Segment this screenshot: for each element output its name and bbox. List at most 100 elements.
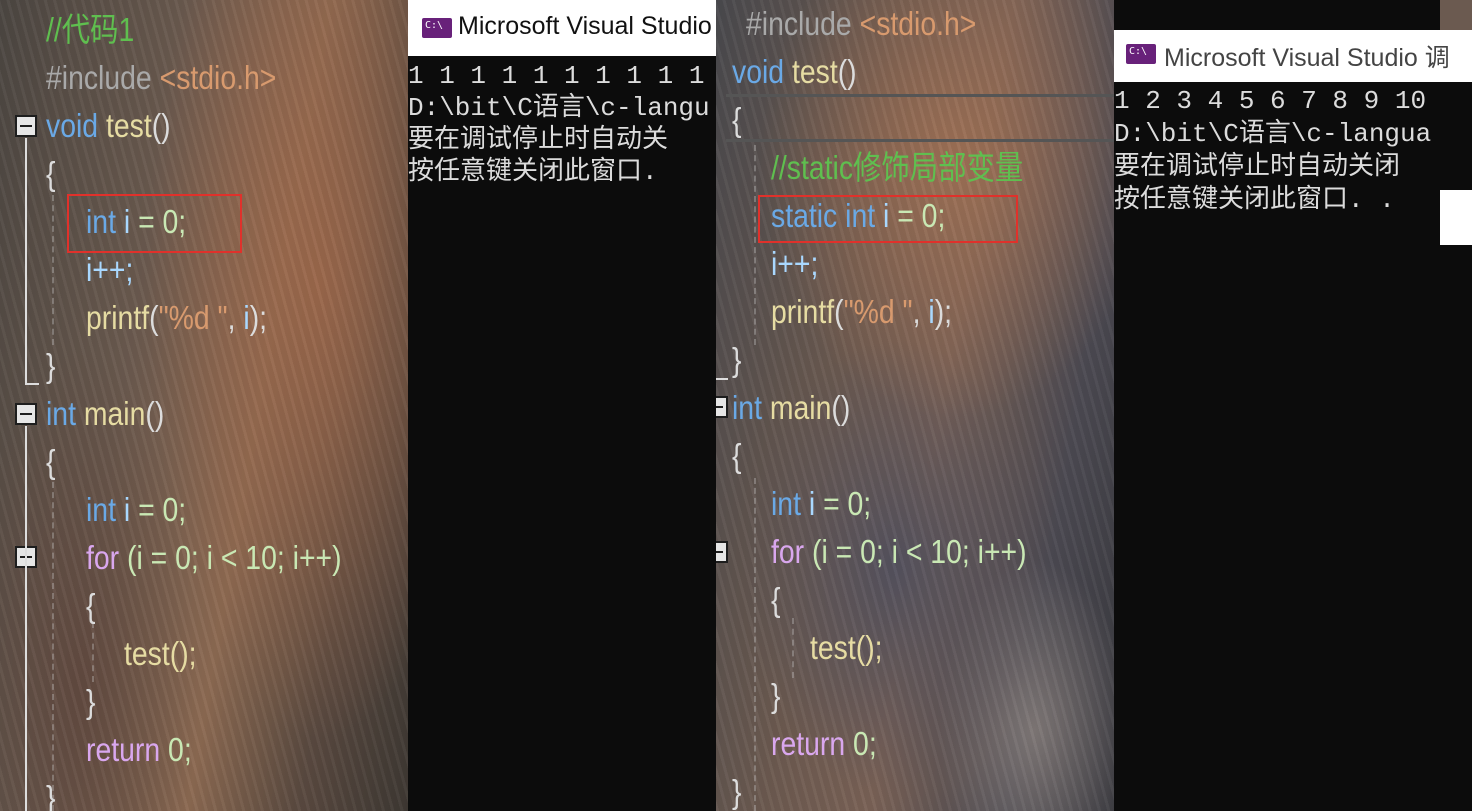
collapse-toggle-icon[interactable] xyxy=(15,115,37,137)
console-message: 要在调试停止时自动关 xyxy=(408,125,669,155)
code-line: #include <stdio.h> xyxy=(46,58,276,98)
code-line: { xyxy=(771,580,780,620)
indent-guide xyxy=(92,622,94,682)
brace: } xyxy=(771,677,781,714)
type-keyword: void xyxy=(732,53,785,90)
punctuation: , xyxy=(912,293,929,330)
function-call: test(); xyxy=(124,635,197,672)
code-line: //代码1 xyxy=(46,10,134,50)
code-line: int main() xyxy=(46,394,164,434)
code-line: void test() xyxy=(732,52,857,92)
code-line: int i = 0; xyxy=(771,484,871,524)
comment-text: //代码1 xyxy=(46,11,135,48)
code-line: { xyxy=(86,586,95,626)
highlight-box xyxy=(67,194,242,253)
punctuation: () xyxy=(145,395,165,432)
code-line: } xyxy=(732,340,741,380)
collapse-toggle-icon[interactable] xyxy=(716,396,728,418)
punctuation: () xyxy=(831,389,851,426)
code-editor-right: #include <stdio.h> void test() { //stati… xyxy=(716,0,1114,811)
indent-guide xyxy=(792,618,794,678)
increment-statement: i++; xyxy=(86,251,134,288)
code-line: for (i = 0; i < 10; i++) xyxy=(86,538,342,578)
brace: } xyxy=(732,341,742,378)
code-line: { xyxy=(732,436,741,476)
comment-text: //static修饰局部变量 xyxy=(771,149,1024,186)
assignment: = 0; xyxy=(130,491,187,528)
punctuation: ( xyxy=(149,299,159,336)
brace: } xyxy=(732,773,742,810)
collapse-toggle-icon[interactable] xyxy=(15,403,37,425)
code-area-left: //代码1 #include <stdio.h> void test() { i… xyxy=(0,0,408,811)
fold-guide-line xyxy=(25,426,27,811)
type-keyword: int xyxy=(771,485,801,522)
fold-guide-line xyxy=(25,383,39,385)
brace: { xyxy=(732,437,742,474)
console-message: 按任意键关闭此窗口. . xyxy=(1114,185,1395,215)
indent-guide xyxy=(52,482,54,811)
console-app-icon xyxy=(1126,44,1156,64)
control-keyword: return xyxy=(86,731,161,768)
increment-statement: i++; xyxy=(771,245,819,282)
return-value: 0; xyxy=(853,725,877,762)
loop-header: (i = 0; i < 10; i++) xyxy=(804,533,1027,570)
punctuation: ); xyxy=(249,299,268,336)
function-name: test xyxy=(791,53,838,90)
code-area-right: #include <stdio.h> void test() { //stati… xyxy=(716,0,1114,811)
punctuation: , xyxy=(227,299,244,336)
indent-guide xyxy=(754,478,756,811)
code-line: { xyxy=(46,154,55,194)
code-line: test(); xyxy=(810,628,883,668)
code-line: int main() xyxy=(732,388,850,428)
code-line: { xyxy=(732,100,741,140)
console-output: 1 1 1 1 1 1 1 1 1 1 xyxy=(408,61,705,91)
code-line: i++; xyxy=(771,244,818,284)
function-call: test(); xyxy=(810,629,883,666)
type-keyword: int xyxy=(86,491,116,528)
control-keyword: for xyxy=(771,533,805,570)
punctuation: ( xyxy=(834,293,844,330)
window-titlebar[interactable]: Microsoft Visual Studio xyxy=(408,0,716,56)
function-name: printf xyxy=(86,299,150,336)
code-line: test(); xyxy=(124,634,197,674)
return-value: 0; xyxy=(168,731,192,768)
code-editor-left: //代码1 #include <stdio.h> void test() { i… xyxy=(0,0,408,811)
collapse-toggle-icon[interactable] xyxy=(716,541,728,563)
code-line: } xyxy=(771,676,780,716)
brace: } xyxy=(46,347,56,384)
fold-guide-line xyxy=(716,378,728,380)
brace: { xyxy=(732,101,742,138)
function-name: printf xyxy=(771,293,835,330)
punctuation: () xyxy=(151,107,171,144)
console-path-line: D:\bit\C语言\c-langua xyxy=(1114,119,1432,149)
type-keyword: int xyxy=(46,395,76,432)
include-keyword: #include xyxy=(46,59,152,96)
code-line: int i = 0; xyxy=(86,490,186,530)
function-name: test xyxy=(105,107,152,144)
console-app-icon xyxy=(422,18,452,38)
console-window-1[interactable]: Microsoft Visual Studio 1 1 1 1 1 1 1 1 … xyxy=(408,0,716,811)
window-titlebar[interactable]: Microsoft Visual Studio 调 xyxy=(1114,30,1472,82)
code-line: printf("%d ", i); xyxy=(86,298,267,338)
brace: { xyxy=(46,443,56,480)
brace: } xyxy=(46,779,56,811)
code-line: printf("%d ", i); xyxy=(771,292,952,332)
indent-guide xyxy=(754,145,756,345)
code-line: } xyxy=(86,682,95,722)
code-line: } xyxy=(732,772,741,811)
include-header: <stdio.h> xyxy=(159,59,277,96)
brace: { xyxy=(46,155,56,192)
current-line-highlight xyxy=(726,94,1114,142)
function-name: main xyxy=(769,389,832,426)
code-line: for (i = 0; i < 10; i++) xyxy=(771,532,1027,572)
code-line: //static修饰局部变量 xyxy=(771,148,1023,188)
include-header: <stdio.h> xyxy=(859,5,977,42)
function-name: main xyxy=(83,395,146,432)
window-title: Microsoft Visual Studio xyxy=(458,12,712,40)
highlight-box xyxy=(758,195,1018,243)
string-literal: "%d " xyxy=(843,293,913,330)
brace: } xyxy=(86,683,96,720)
code-line: } xyxy=(46,778,55,811)
console-window-2[interactable]: Microsoft Visual Studio 调 1 2 3 4 5 6 7 … xyxy=(1114,30,1472,811)
code-line: i++; xyxy=(86,250,133,290)
